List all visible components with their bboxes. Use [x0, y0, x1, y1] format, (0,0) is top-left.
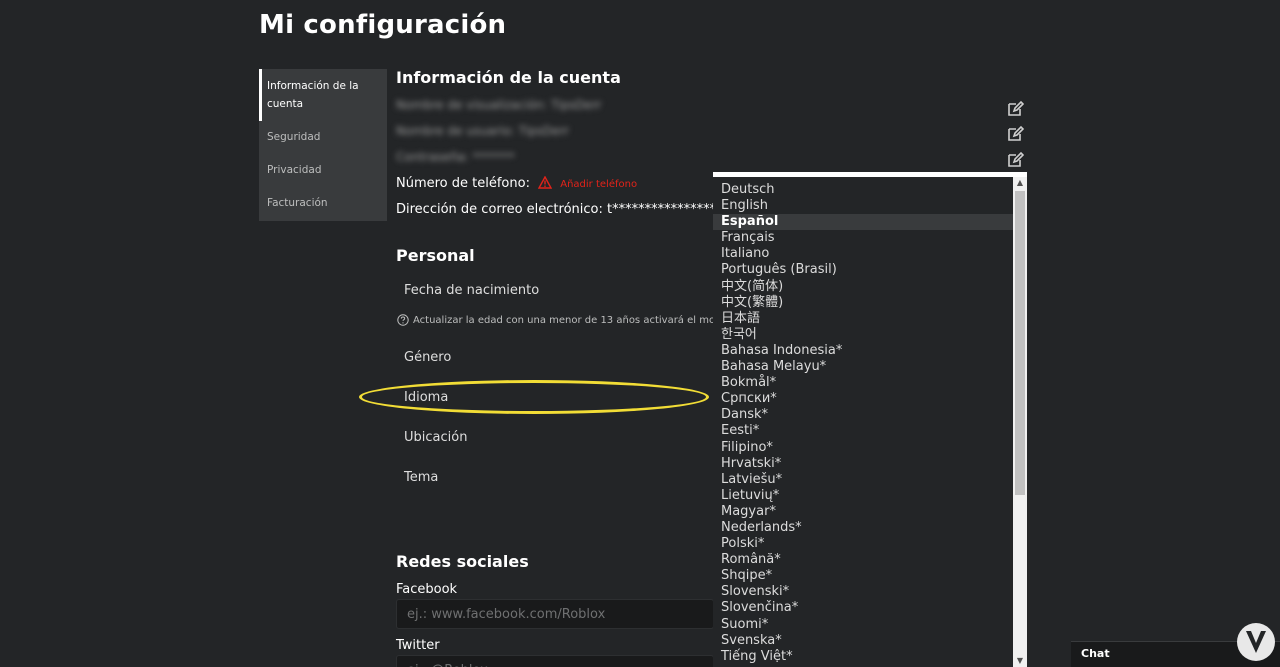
username-row: Nombre de usuario: TipsDerr — [396, 124, 569, 140]
email-row: Dirección de correo electrónico: t******… — [396, 202, 736, 217]
language-option[interactable]: Polski* — [713, 536, 1013, 552]
sidebar-item-billing[interactable]: Facturación — [259, 187, 387, 220]
facebook-input[interactable] — [396, 599, 714, 629]
language-option[interactable]: Dansk* — [713, 407, 1013, 423]
gender-label: Género — [404, 350, 452, 365]
language-highlight-circle — [359, 380, 709, 414]
sidebar-item-privacy[interactable]: Privacidad — [259, 154, 387, 187]
scroll-down-icon[interactable]: ▼ — [1013, 655, 1027, 667]
language-option[interactable]: Slovenčina* — [713, 600, 1013, 616]
language-dropdown-list[interactable]: Deutsch English Español Français Italiano Por… — [713, 172, 1027, 667]
language-option[interactable]: Suomi* — [713, 617, 1013, 633]
password-value: ******* — [472, 150, 515, 164]
account-info-title: Información de la cuenta — [396, 68, 621, 87]
help-circle-icon — [397, 314, 409, 326]
phone-row: Número de teléfono: Añadir teléfono — [396, 176, 637, 191]
birthdate-label: Fecha de nacimiento — [404, 283, 540, 298]
language-option[interactable]: 中文(繁體) — [713, 295, 1013, 311]
language-option[interactable]: Bahasa Melayu* — [713, 359, 1013, 375]
language-option[interactable]: Deutsch — [713, 182, 1013, 198]
language-option[interactable]: Shqipe* — [713, 568, 1013, 584]
sidebar-item-account-info[interactable]: Información de la cuenta — [259, 69, 387, 121]
display-name-label: Nombre de visualización: — [396, 98, 548, 112]
sidebar-item-security[interactable]: Seguridad — [259, 121, 387, 154]
location-label: Ubicación — [404, 430, 468, 445]
language-option[interactable]: Français — [713, 230, 1013, 246]
language-option[interactable]: Hrvatski* — [713, 456, 1013, 472]
language-option[interactable]: English — [713, 198, 1013, 214]
scroll-up-icon[interactable]: ▲ — [1013, 177, 1027, 189]
age-hint-text: Actualizar la edad con una menor de 13 a… — [413, 315, 713, 326]
page-title: Mi configuración — [259, 10, 507, 40]
warning-icon — [538, 176, 553, 189]
add-phone-link[interactable]: Añadir teléfono — [560, 179, 637, 190]
language-option[interactable]: Italiano — [713, 246, 1013, 262]
language-option[interactable]: Bokmål* — [713, 375, 1013, 391]
language-options: Deutsch English Español Français Italiano Por… — [713, 182, 1013, 665]
twitter-label: Twitter — [396, 638, 440, 653]
language-option[interactable]: Slovenski* — [713, 584, 1013, 600]
language-option[interactable]: 日本語 — [713, 311, 1013, 327]
settings-sidebar: Información de la cuenta Seguridad Priva… — [259, 69, 387, 221]
email-label: Dirección de correo electrónico: — [396, 202, 603, 217]
twitter-input[interactable] — [396, 655, 714, 667]
username-label: Nombre de usuario: — [396, 124, 515, 138]
social-title: Redes sociales — [396, 552, 529, 571]
language-option[interactable]: Lietuvių* — [713, 488, 1013, 504]
edit-icon[interactable] — [1006, 100, 1024, 118]
age-hint: Actualizar la edad con una menor de 13 a… — [397, 314, 713, 326]
phone-label: Número de teléfono: — [396, 176, 530, 191]
language-option[interactable]: Magyar* — [713, 504, 1013, 520]
language-option[interactable]: Eesti* — [713, 423, 1013, 439]
username-value: TipsDerr — [518, 124, 570, 138]
display-name-value: TipsDerr — [551, 98, 602, 112]
language-option[interactable]: Português (Brasil) — [713, 262, 1013, 278]
language-option[interactable]: Română* — [713, 552, 1013, 568]
language-option[interactable]: Српски* — [713, 391, 1013, 407]
language-option[interactable]: Tiếng Việt* — [713, 649, 1013, 665]
scroll-thumb[interactable] — [1015, 191, 1025, 495]
language-option[interactable]: Español — [713, 214, 1013, 231]
edit-icon[interactable] — [1006, 125, 1024, 143]
language-option[interactable]: Nederlands* — [713, 520, 1013, 536]
language-option[interactable]: Svenska* — [713, 633, 1013, 649]
dropdown-scrollbar[interactable]: ▲ ▼ — [1013, 177, 1027, 667]
password-row: Contraseña: ******* — [396, 150, 515, 166]
language-option[interactable]: Latviešu* — [713, 472, 1013, 488]
display-name-row: Nombre de visualización: TipsDerr — [396, 98, 601, 114]
theme-label: Tema — [404, 470, 439, 485]
language-option[interactable]: 中文(简体) — [713, 279, 1013, 295]
password-label: Contraseña: — [396, 150, 469, 164]
facebook-label: Facebook — [396, 582, 458, 597]
language-option[interactable]: 한국어 — [713, 327, 1013, 343]
personal-title: Personal — [396, 246, 475, 265]
edit-icon[interactable] — [1006, 151, 1024, 169]
language-option[interactable]: Filipino* — [713, 440, 1013, 456]
language-option[interactable]: Bahasa Indonesia* — [713, 343, 1013, 359]
site-logo-icon — [1237, 623, 1275, 661]
